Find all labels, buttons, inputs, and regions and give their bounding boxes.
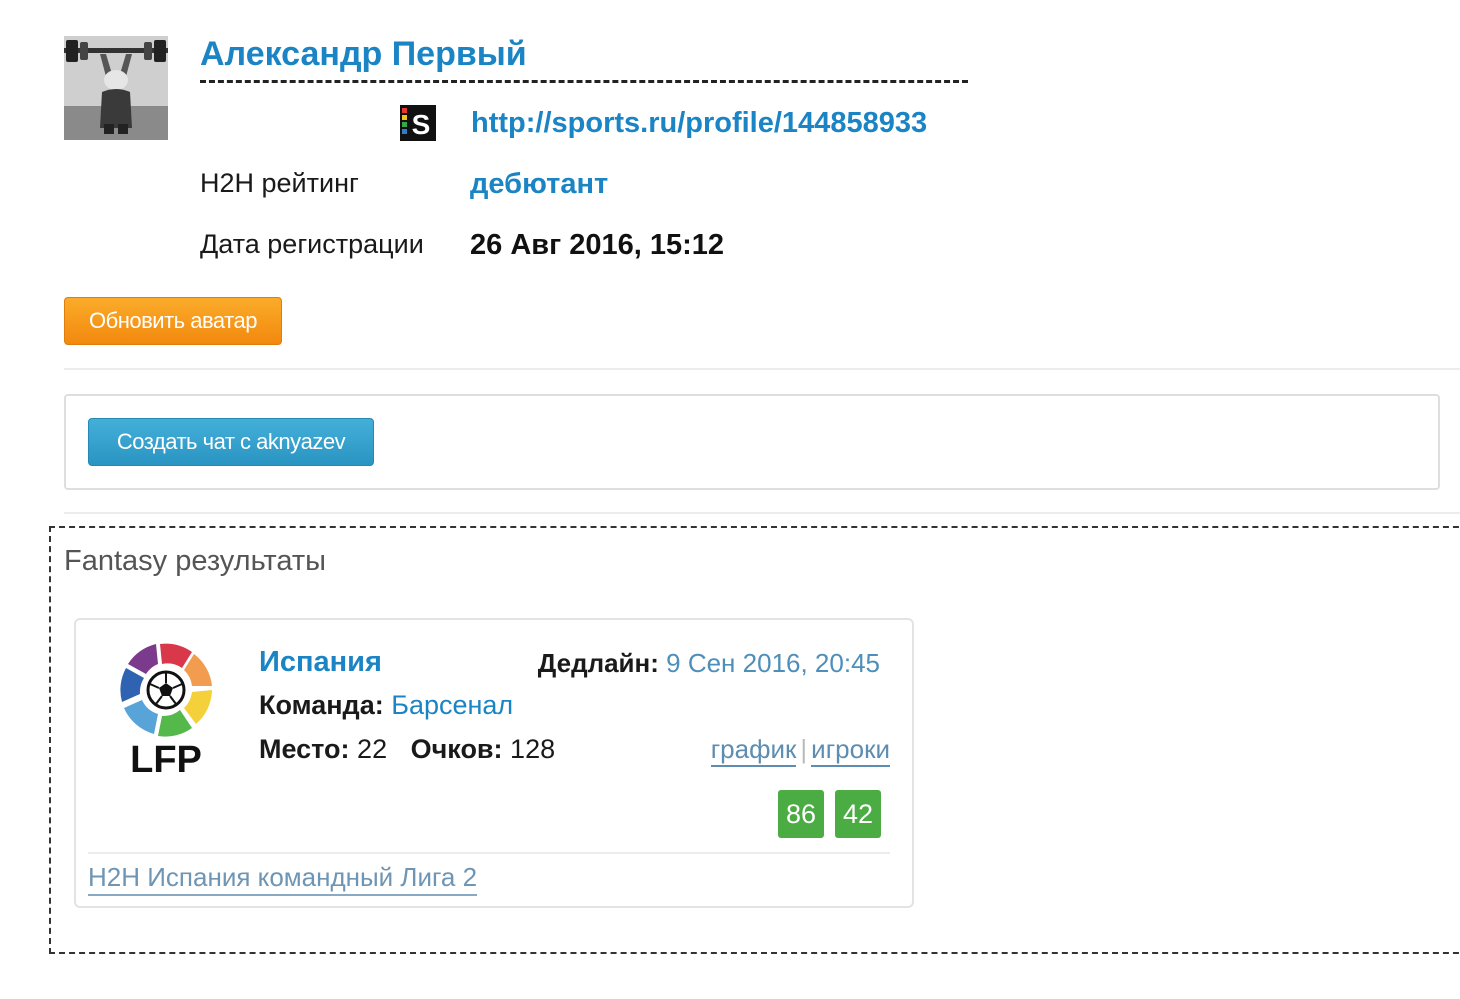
h2h-rating-label: H2H рейтинг xyxy=(200,168,359,198)
team-label: Команда: xyxy=(259,690,384,720)
profile-url-link[interactable]: http://sports.ru/profile/144858933 xyxy=(471,104,927,142)
fantasy-results-title: Fantasy результаты xyxy=(64,545,327,577)
avatar[interactable] xyxy=(64,36,168,140)
team-row: Команда: Барсенал xyxy=(259,688,513,722)
profile-page: Александр Первый S http://sports.ru/prof… xyxy=(0,0,1460,999)
registration-date-label: Дата регистрации xyxy=(200,229,424,259)
divider xyxy=(64,512,1460,514)
update-avatar-button[interactable]: Обновить аватар xyxy=(64,297,282,345)
deadline-label: Дедлайн: xyxy=(537,648,659,678)
score-badge: 86 xyxy=(778,790,824,838)
deadline-value: 9 Сен 2016, 20:45 xyxy=(666,648,880,678)
league-card: LFP Испания Дедлайн: 9 Сен 2016, 20:45 К… xyxy=(74,618,914,908)
team-name-link[interactable]: Барсенал xyxy=(391,690,513,720)
registration-date-value: 26 Авг 2016, 15:12 xyxy=(470,229,725,261)
place-label: Место: xyxy=(259,734,350,764)
players-link[interactable]: игроки xyxy=(811,734,890,767)
league-links: график | игроки xyxy=(710,732,890,767)
sports-logo-letter: S xyxy=(412,109,431,140)
lfp-logo-text: LFP xyxy=(130,739,202,780)
points-value: 128 xyxy=(510,734,556,764)
card-divider xyxy=(88,852,890,854)
fantasy-results-section: Fantasy результаты LFP Испания Дедлайн: … xyxy=(49,526,1460,954)
schedule-link[interactable]: график xyxy=(710,734,797,767)
divider xyxy=(64,368,1460,370)
points-label: Очков: xyxy=(410,734,503,764)
sports-ru-logo-icon: S xyxy=(400,105,436,141)
h2h-rating-value[interactable]: дебютант xyxy=(470,165,608,203)
lfp-logo-icon[interactable]: LFP xyxy=(116,640,216,780)
avatar-image xyxy=(64,36,168,140)
profile-name-link[interactable]: Александр Первый xyxy=(200,34,968,83)
deadline: Дедлайн: 9 Сен 2016, 20:45 xyxy=(538,646,880,680)
h2h-league-link[interactable]: H2H Испания командный Лига 2 xyxy=(88,860,478,896)
create-chat-button[interactable]: Создать чат с aknyazev xyxy=(88,418,374,466)
place-value: 22 xyxy=(357,734,388,764)
league-name-link[interactable]: Испания xyxy=(259,644,382,680)
chat-panel: Создать чат с aknyazev xyxy=(64,394,1440,490)
stats-row: Место: 22 Очков: 128 xyxy=(259,732,555,766)
score-badge: 42 xyxy=(835,790,881,838)
link-separator: | xyxy=(800,734,808,764)
